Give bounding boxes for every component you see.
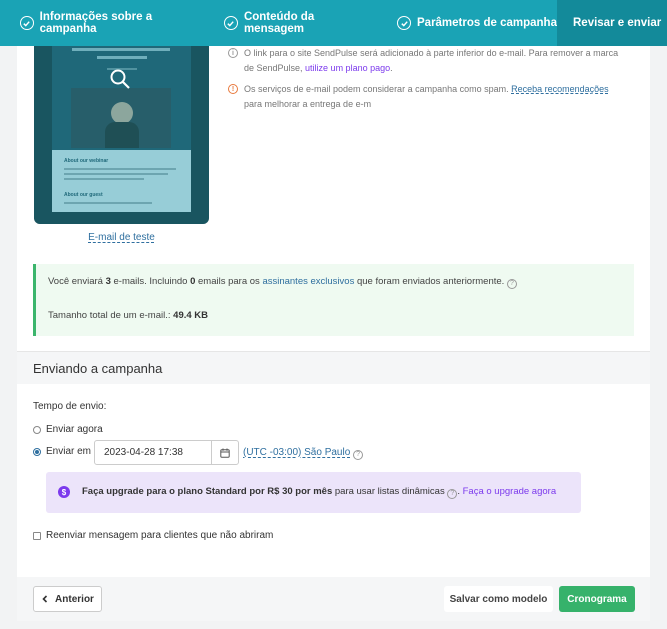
step-campaign-params[interactable]: Parâmetros de campanha	[377, 0, 557, 46]
notes-list: i O link para o site SendPulse será adic…	[228, 46, 628, 118]
timezone-selector[interactable]: (UTC -03:00) São Paulo ?	[243, 447, 364, 460]
step-label: Informações sobre a campanha	[39, 11, 153, 35]
check-circle-icon	[224, 16, 238, 30]
datetime-input[interactable]: 2023-04-28 17:38	[95, 441, 211, 464]
footer-actions: Anterior Salvar como modelo Cronograma	[17, 577, 650, 621]
help-icon[interactable]: ?	[506, 278, 517, 289]
email-size: 49.4 KB	[173, 310, 209, 321]
step-message-content[interactable]: Conteúdo da mensagem	[207, 0, 378, 46]
resend-checkbox[interactable]	[33, 532, 41, 540]
magnifier-icon[interactable]	[109, 68, 131, 90]
step-campaign-info[interactable]: Informações sobre a campanha	[0, 0, 208, 46]
upgrade-now-link[interactable]: Faça o upgrade agora	[463, 486, 556, 497]
send-time-label: Tempo de envio:	[33, 401, 107, 412]
test-email-link[interactable]: E-mail de teste	[17, 232, 226, 243]
previous-button[interactable]: Anterior	[33, 586, 102, 612]
step-label: Conteúdo da mensagem	[243, 11, 315, 35]
help-icon[interactable]: ?	[353, 449, 364, 460]
send-now-label[interactable]: Enviar agora	[46, 424, 103, 435]
step-label: Parâmetros de campanha	[417, 17, 557, 29]
chevron-left-icon	[42, 595, 48, 603]
help-icon[interactable]: ?	[447, 488, 458, 499]
sending-section-header: Enviando a campanha	[17, 351, 650, 384]
review-card: About our webinar About our guest E-mail…	[17, 46, 650, 351]
branding-note: i O link para o site SendPulse será adic…	[228, 46, 628, 76]
section-title: Enviando a campanha	[33, 361, 163, 376]
resend-label[interactable]: Reenviar mensagem para clientes que não …	[46, 530, 273, 541]
paid-plan-link[interactable]: utilize um plano pago	[305, 63, 390, 73]
warning-icon: !	[228, 84, 238, 94]
wizard-steps: Informações sobre a campanha Conteúdo da…	[0, 0, 667, 46]
email-preview-thumbnail[interactable]: About our webinar About our guest	[34, 46, 209, 224]
exclusive-subscribers-link[interactable]: assinantes exclusivos	[262, 276, 354, 287]
upgrade-banner: $ Faça upgrade para o plano Standard por…	[46, 472, 581, 513]
send-at-label[interactable]: Enviar em	[46, 446, 91, 457]
send-now-radio[interactable]	[33, 426, 41, 434]
datetime-picker[interactable]: 2023-04-28 17:38	[94, 440, 239, 465]
schedule-button[interactable]: Cronograma	[559, 586, 635, 612]
save-template-button[interactable]: Salvar como modelo	[444, 586, 553, 612]
info-icon: i	[228, 48, 238, 58]
check-circle-icon	[397, 16, 411, 30]
calendar-icon[interactable]	[211, 441, 238, 464]
spam-note: ! Os serviços de e-mail podem considerar…	[228, 82, 628, 112]
step-review-send[interactable]: Revisar e enviar	[557, 0, 667, 46]
sending-card: Tempo de envio: Enviar agora Enviar em 2…	[17, 384, 650, 577]
dollar-icon: $	[58, 486, 70, 498]
send-summary: Você enviará 3 e-mails. Incluindo 0 emai…	[33, 264, 634, 336]
step-label: Revisar e enviar	[573, 17, 662, 29]
check-circle-icon	[20, 16, 34, 30]
send-at-radio[interactable]	[33, 448, 41, 456]
recommendations-link[interactable]: Receba recomendações	[511, 84, 609, 94]
